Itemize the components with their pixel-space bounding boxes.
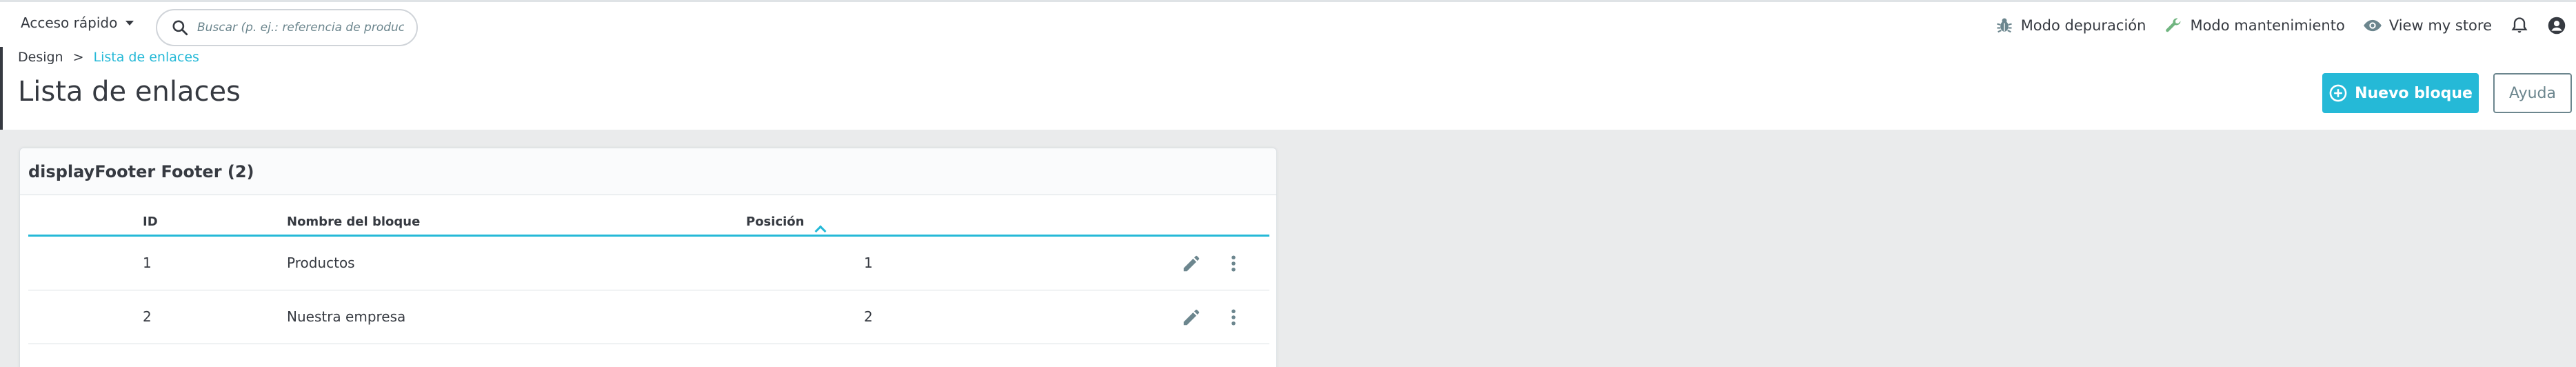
new-block-button[interactable]: Nuevo bloque: [2322, 73, 2479, 113]
column-header-name[interactable]: Nombre del bloque: [287, 215, 420, 229]
more-vert-icon[interactable]: [1223, 307, 1244, 328]
debug-mode-label: Modo depuración: [2020, 17, 2146, 34]
row-id: 1: [143, 255, 152, 271]
top-right-actions: Modo depuración Modo mantenimiento View …: [1977, 12, 2566, 39]
search-input[interactable]: [197, 21, 404, 34]
pencil-icon[interactable]: [1181, 253, 1202, 274]
page-title: Lista de enlaces: [18, 76, 241, 108]
table-row: 2 Nuestra empresa 2: [28, 290, 1269, 344]
more-vert-icon[interactable]: [1223, 253, 1244, 274]
search-box[interactable]: [156, 9, 418, 46]
eye-icon: [2363, 19, 2382, 32]
row-id: 2: [143, 308, 152, 325]
link-block-card: displayFooter Footer (2) ID Nombre del b…: [19, 148, 1277, 367]
row-position: 1: [864, 255, 873, 271]
plus-circle-icon: [2329, 84, 2347, 102]
page-header: Design > Lista de enlaces Lista de enlac…: [0, 47, 2576, 130]
help-button[interactable]: Ayuda: [2493, 73, 2572, 113]
caret-down-icon: [125, 20, 134, 26]
bell-icon: [2511, 17, 2528, 33]
maintenance-mode-link[interactable]: Modo mantenimiento: [2164, 16, 2345, 35]
debug-mode-link[interactable]: Modo depuración: [1995, 16, 2146, 35]
wrench-icon: [2166, 18, 2181, 32]
top-bar: Acceso rápido Modo depuración Modo mante…: [0, 0, 2576, 47]
table-header: ID Nombre del bloque Posición: [28, 202, 1269, 237]
sort-asc-icon[interactable]: [814, 225, 827, 237]
maintenance-mode-label: Modo mantenimiento: [2190, 17, 2345, 34]
user-icon: [2548, 17, 2566, 34]
search-icon: [172, 20, 188, 36]
pencil-icon[interactable]: [1181, 307, 1202, 328]
row-position: 2: [864, 308, 873, 325]
notifications-button[interactable]: [2510, 16, 2529, 35]
column-header-position[interactable]: Posición: [746, 215, 827, 237]
breadcrumb-parent-link[interactable]: Design: [18, 50, 63, 65]
link-block-table: ID Nombre del bloque Posición 1 Producto…: [28, 202, 1269, 344]
bug-icon: [1996, 18, 2012, 33]
quick-access-label: Acceso rápido: [21, 14, 118, 31]
row-name: Nuestra empresa: [287, 308, 406, 325]
column-header-position-label: Posición: [746, 215, 805, 229]
new-block-label: Nuevo bloque: [2355, 84, 2473, 102]
column-header-id[interactable]: ID: [143, 215, 158, 229]
view-store-link[interactable]: View my store: [2363, 16, 2492, 35]
view-store-label: View my store: [2388, 17, 2492, 34]
breadcrumb-separator: >: [72, 50, 84, 65]
card-title: displayFooter Footer (2): [20, 148, 1276, 195]
breadcrumb-current[interactable]: Lista de enlaces: [94, 50, 199, 65]
breadcrumb: Design > Lista de enlaces: [18, 50, 199, 65]
table-row: 1 Productos 1: [28, 237, 1269, 290]
row-name: Productos: [287, 255, 355, 271]
quick-access-dropdown[interactable]: Acceso rápido: [21, 14, 134, 31]
user-menu-button[interactable]: [2547, 16, 2566, 35]
